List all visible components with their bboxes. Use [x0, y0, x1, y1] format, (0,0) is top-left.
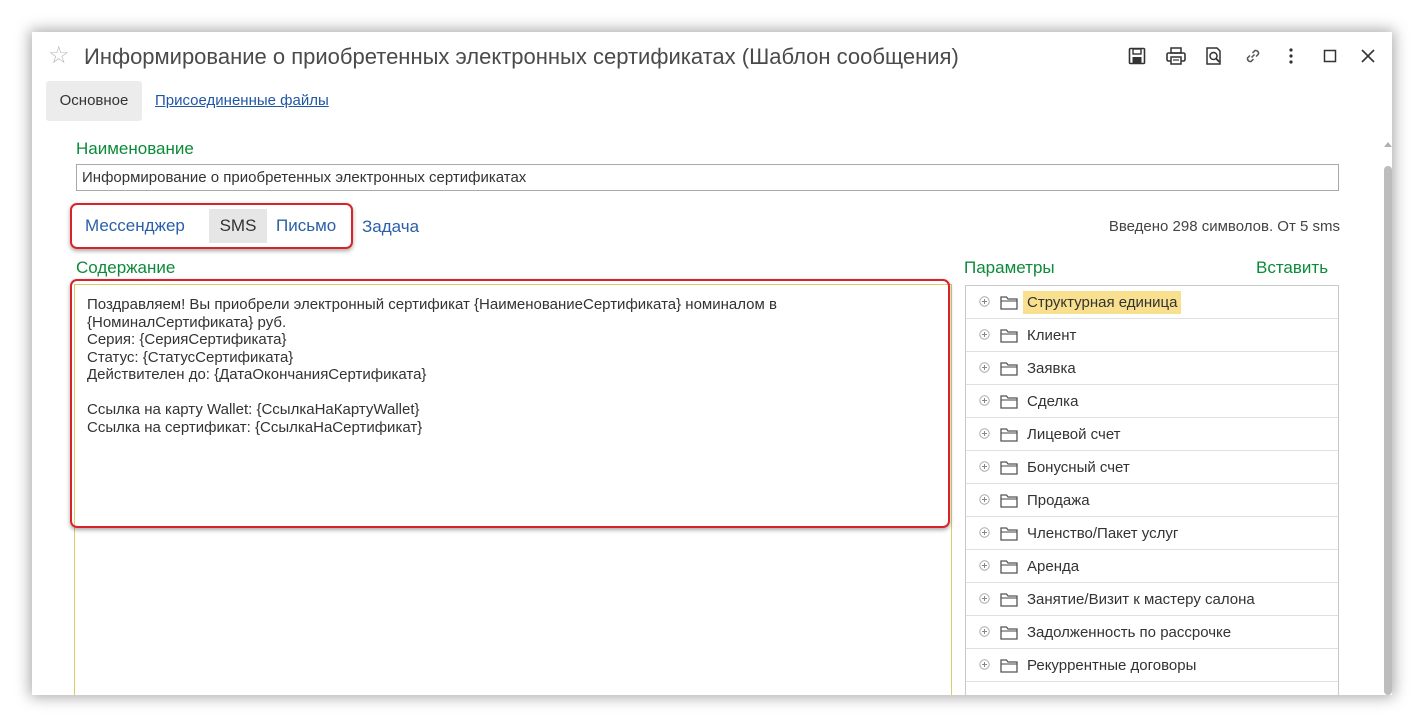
folder-icon — [1000, 296, 1018, 310]
parameter-label: Членство/Пакет услуг — [1027, 525, 1179, 542]
parameters-label: Параметры — [964, 258, 1055, 277]
screen: ☆ Информирование о приобретенных электро… — [0, 0, 1424, 727]
parameter-row[interactable]: Структурная единица — [966, 286, 1338, 319]
parameter-label: Сделка — [1027, 393, 1079, 410]
folder-icon — [1000, 494, 1018, 508]
channel-messenger[interactable]: Мессенджер — [85, 209, 185, 243]
parameter-row[interactable]: Аренда — [966, 550, 1338, 583]
expand-plus-icon[interactable] — [979, 593, 990, 604]
folder-icon — [1000, 362, 1018, 376]
maximize-icon[interactable] — [1318, 44, 1342, 68]
link-icon[interactable] — [1241, 44, 1265, 68]
content-label: Содержание — [76, 258, 176, 277]
parameter-row[interactable]: Заявка — [966, 352, 1338, 385]
folder-icon — [1000, 527, 1018, 541]
scroll-up-arrow-icon[interactable] — [1384, 142, 1392, 147]
save-icon[interactable] — [1125, 44, 1149, 68]
tab-main[interactable]: Основное — [46, 81, 142, 121]
expand-plus-icon[interactable] — [979, 626, 990, 637]
parameters-tree: Структурная единица Клиент Заявка Сделка Лиц… — [965, 285, 1339, 695]
parameter-label: Аренда — [1027, 558, 1080, 575]
preview-search-icon[interactable] — [1202, 44, 1226, 68]
folder-icon — [1000, 593, 1018, 607]
expand-plus-icon[interactable] — [979, 659, 990, 670]
expand-plus-icon[interactable] — [979, 461, 990, 472]
parameter-label: Структурная единица — [1023, 291, 1182, 314]
folder-icon — [1000, 659, 1018, 673]
print-icon[interactable] — [1164, 44, 1188, 68]
parameter-row[interactable]: Сделка — [966, 385, 1338, 418]
folder-icon — [1000, 428, 1018, 442]
parameter-label: Рекуррентные договоры — [1027, 657, 1197, 674]
expand-plus-icon[interactable] — [979, 527, 990, 538]
folder-icon — [1000, 329, 1018, 343]
parameter-label: Клиент — [1027, 327, 1077, 344]
parameter-label: Продажа — [1027, 492, 1090, 509]
parameter-row[interactable]: Членство/Пакет услуг — [966, 517, 1338, 550]
channel-switcher: Мессенджер SMS Письмо — [70, 203, 353, 249]
parameter-row[interactable]: Занятие/Визит к мастеру салона — [966, 583, 1338, 616]
parameter-row[interactable]: Задолженность по рассрочке — [966, 616, 1338, 649]
character-counter: Введено 298 символов. От 5 sms — [1108, 218, 1340, 235]
title-bar: ☆ Информирование о приобретенных электро… — [32, 32, 1392, 82]
expand-plus-icon[interactable] — [979, 395, 990, 406]
folder-icon — [1000, 626, 1018, 640]
expand-plus-icon[interactable] — [979, 560, 990, 571]
more-actions-icon[interactable] — [1279, 44, 1303, 68]
parameter-label: Задолженность по рассрочке — [1027, 624, 1232, 641]
channel-letter[interactable]: Письмо — [276, 209, 336, 243]
parameter-label: Заявка — [1027, 360, 1076, 377]
parameter-row[interactable]: Лицевой счет — [966, 418, 1338, 451]
parameter-label: Бонусный счет — [1027, 459, 1130, 476]
channel-task[interactable]: Задача — [362, 210, 419, 244]
content-highlight-frame — [70, 279, 950, 528]
folder-icon — [1000, 560, 1018, 574]
parameter-row[interactable]: Клиент — [966, 319, 1338, 352]
expand-plus-icon[interactable] — [979, 296, 990, 307]
expand-plus-icon[interactable] — [979, 428, 990, 439]
form-scrollbar[interactable] — [1383, 142, 1392, 695]
folder-icon — [1000, 395, 1018, 409]
parameter-row[interactable]: Рекуррентные договоры — [966, 649, 1338, 682]
parameter-label: Занятие/Визит к мастеру салона — [1027, 591, 1255, 608]
close-icon[interactable] — [1356, 44, 1380, 68]
parameter-row[interactable]: Продажа — [966, 484, 1338, 517]
expand-plus-icon[interactable] — [979, 494, 990, 505]
insert-button[interactable]: Вставить — [1256, 258, 1328, 278]
favorite-star-icon[interactable]: ☆ — [48, 42, 70, 70]
scroll-thumb[interactable] — [1384, 166, 1392, 695]
parameter-label: Лицевой счет — [1027, 426, 1121, 443]
folder-icon — [1000, 461, 1018, 475]
tab-attached-files[interactable]: Присоединенные файлы — [155, 81, 329, 121]
name-input[interactable]: Информирование о приобретенных электронн… — [76, 164, 1339, 191]
expand-plus-icon[interactable] — [979, 329, 990, 340]
window-title: Информирование о приобретенных электронн… — [84, 44, 959, 69]
channel-sms[interactable]: SMS — [209, 209, 267, 243]
template-form-window: ☆ Информирование о приобретенных электро… — [32, 32, 1392, 695]
parameter-row[interactable]: Бонусный счет — [966, 451, 1338, 484]
expand-plus-icon[interactable] — [979, 362, 990, 373]
name-label: Наименование — [76, 139, 194, 158]
